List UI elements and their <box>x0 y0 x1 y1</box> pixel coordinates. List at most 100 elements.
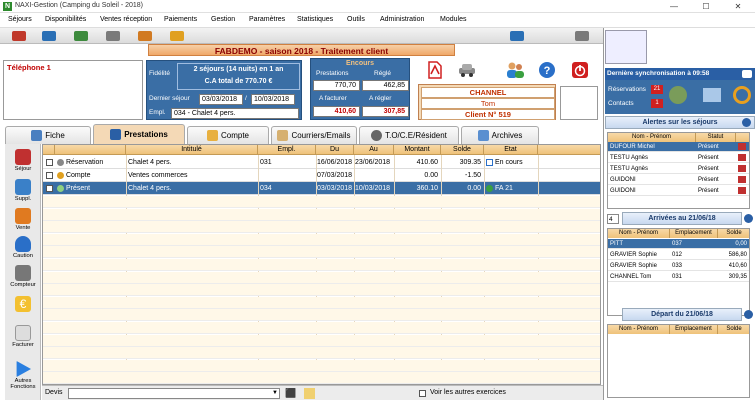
maximize-icon[interactable]: ☐ <box>692 0 720 13</box>
toolbar-icon-6[interactable] <box>170 31 184 41</box>
pdf-icon[interactable]: ⬛ <box>285 388 296 399</box>
menu-parametres[interactable]: Paramètres <box>249 16 285 23</box>
autres-fonctions-button[interactable]: Autres Fonctions <box>7 361 39 390</box>
refresh-icon[interactable] <box>744 214 753 223</box>
last-stay-to[interactable]: 10/03/2018 <box>251 94 295 105</box>
arrivals-header-solde[interactable]: Solde <box>718 229 749 238</box>
calendar-thumbnail[interactable] <box>605 30 647 64</box>
departures-header-name[interactable]: Nom - Prénom <box>608 325 670 334</box>
table-row[interactable]: GRAVIER Sophie 033 410,60 <box>608 261 749 271</box>
header-solde[interactable]: Solde <box>441 145 484 155</box>
row-checkbox[interactable] <box>46 185 53 192</box>
regle-label: Réglé <box>374 70 391 77</box>
suppl-button[interactable]: Suppl. <box>7 179 39 202</box>
toolbar-icon-7[interactable] <box>510 31 524 41</box>
euro-button[interactable]: € <box>7 296 39 313</box>
table-row[interactable]: CHANNEL Tom 031 309,35 <box>608 272 749 282</box>
refresh-icon[interactable] <box>742 118 751 127</box>
toolbar-icon-4[interactable] <box>106 31 120 41</box>
users-icon[interactable] <box>504 60 526 80</box>
header-montant[interactable]: Montant <box>394 145 441 155</box>
table-row[interactable]: PITT 037 0,00 <box>608 239 749 249</box>
prestations-table: Intitulé Empl. Du Au Montant Solde Etat … <box>42 144 601 385</box>
menu-disponibilites[interactable]: Disponibilités <box>45 16 86 23</box>
row-checkbox[interactable] <box>46 172 53 179</box>
tab-courriers[interactable]: Courriers/Emails <box>271 126 357 144</box>
toolbar-icon-1[interactable] <box>12 31 26 41</box>
header-etat[interactable]: Etat <box>484 145 538 155</box>
menu-administration[interactable]: Administration <box>380 16 424 23</box>
edit-icon[interactable] <box>304 388 315 399</box>
table-row[interactable]: GUIDONI Présent <box>608 186 749 196</box>
header-intitule[interactable]: Intitulé <box>126 145 258 155</box>
header-empl[interactable]: Empl. <box>258 145 316 155</box>
sync-status: Dernière synchronisation à 09:58 <box>605 68 755 80</box>
reservations-count[interactable]: 21 <box>651 85 663 94</box>
departures-table: Nom - Prénom Emplacement Solde <box>607 324 750 398</box>
departures-header-empl[interactable]: Emplacement <box>670 325 718 334</box>
fidelity-text2: C.A total de 770.70 € <box>204 78 273 85</box>
empl-field[interactable]: 034 - Chalet 4 pers. <box>171 108 299 119</box>
table-row[interactable]: GRAVIER Sophie 012 586,80 <box>608 250 749 260</box>
tab-prestations[interactable]: Prestations <box>93 124 185 144</box>
last-stay-from[interactable]: 03/03/2018 <box>199 94 243 105</box>
departures-header-solde[interactable]: Solde <box>718 325 749 334</box>
arrivals-count-field[interactable]: 4 <box>607 214 619 224</box>
pdf-icon[interactable] <box>424 60 446 80</box>
compteur-button[interactable]: Compteur <box>7 265 39 288</box>
client-photo[interactable] <box>560 86 598 120</box>
arrivals-header-empl[interactable]: Emplacement <box>670 229 718 238</box>
tab-archives[interactable]: Archives <box>461 126 539 144</box>
tab-fiche[interactable]: Fiche <box>5 126 91 144</box>
close-icon[interactable]: ✕ <box>724 0 752 13</box>
empty-row <box>43 221 600 234</box>
caution-button[interactable]: Caution <box>7 236 39 259</box>
contacts-count[interactable]: 1 <box>651 99 663 108</box>
devis-select[interactable]: ▼ <box>68 388 280 399</box>
info-icon <box>371 130 383 141</box>
sejour-button[interactable]: Séjour <box>7 149 39 172</box>
mail-icon[interactable] <box>703 88 721 102</box>
row-checkbox[interactable] <box>46 159 53 166</box>
tab-compte[interactable]: Compte <box>187 126 269 144</box>
menu-modules[interactable]: Modules <box>440 16 466 23</box>
alerts-header-status[interactable]: Statut <box>696 133 736 142</box>
menu-paiements[interactable]: Paiements <box>164 16 197 23</box>
toolbar-icon-3[interactable] <box>74 31 88 41</box>
table-row[interactable]: GUIDONI Présent <box>608 175 749 185</box>
afacturer-value: 410,60 <box>313 106 360 117</box>
fidelity-text1: 2 séjours (14 nuits) en 1 an <box>193 66 284 73</box>
empty-row <box>43 233 600 246</box>
minimize-icon[interactable]: — <box>660 0 688 13</box>
header-au[interactable]: Au <box>354 145 394 155</box>
vente-button[interactable]: Vente <box>7 208 39 231</box>
table-row[interactable]: TESTU Agnès Présent <box>608 164 749 174</box>
menu-sejours[interactable]: Séjours <box>8 16 32 23</box>
toolbar-icon-5[interactable] <box>138 31 152 41</box>
help-icon[interactable]: ? <box>536 60 558 80</box>
bottom-bar: Devis ▼ ⬛ Voir les autres exercices <box>42 385 603 400</box>
menu-outils[interactable]: Outils <box>347 16 365 23</box>
table-row[interactable]: TESTU Agnès Présent <box>608 153 749 163</box>
table-row[interactable]: DUFOUR Michel Présent <box>608 142 749 152</box>
alerts-header-name[interactable]: Nom - Prénom <box>608 133 696 142</box>
power-icon[interactable] <box>569 60 591 80</box>
menu-gestion[interactable]: Gestion <box>211 16 235 23</box>
toolbar-icon-2[interactable] <box>42 31 56 41</box>
menu-statistiques[interactable]: Statistiques <box>297 16 333 23</box>
menu-ventes-reception[interactable]: Ventes réception <box>100 16 152 23</box>
house-icon <box>110 129 122 140</box>
refresh-icon[interactable] <box>733 86 751 104</box>
header-du[interactable]: Du <box>316 145 354 155</box>
facturer-button[interactable]: Facturer <box>7 325 39 348</box>
toolbar-icon-8[interactable] <box>575 31 589 41</box>
phone-panel[interactable]: Téléphone 1 <box>3 60 143 120</box>
voir-exercices-checkbox[interactable] <box>419 390 426 397</box>
arrivals-header-name[interactable]: Nom - Prénom <box>608 229 670 238</box>
car-icon[interactable] <box>456 60 478 80</box>
toggle-switch[interactable] <box>742 70 752 78</box>
house-icon[interactable] <box>669 86 687 104</box>
last-stay-separator: / <box>245 95 247 102</box>
tab-to-ce-resident[interactable]: T.O/C.E/Résident <box>359 126 459 144</box>
refresh-icon[interactable] <box>744 310 753 319</box>
